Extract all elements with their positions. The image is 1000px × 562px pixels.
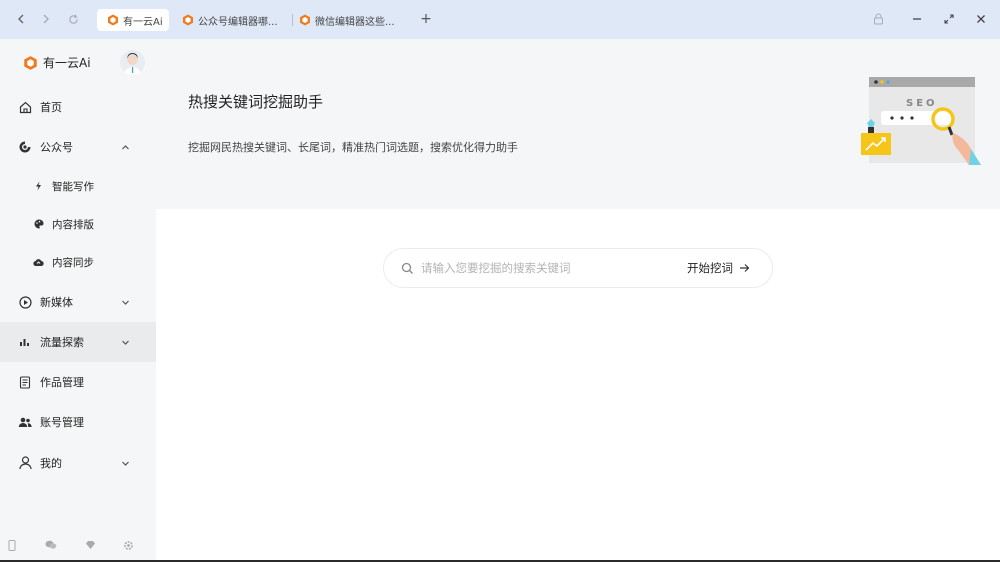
sidebar-item-accounts[interactable]: 账号管理: [0, 402, 156, 442]
lightning-icon: [33, 181, 44, 192]
svg-text:SEO: SEO: [906, 98, 938, 109]
minimize-icon: [913, 18, 921, 20]
settings-icon[interactable]: [122, 539, 134, 551]
cloud-sync-icon: [33, 257, 44, 268]
chevron-down-icon: [119, 336, 131, 348]
search-icon: [401, 262, 413, 274]
sidebar-item-label: 智能写作: [52, 180, 94, 193]
sidebar-item-works[interactable]: 作品管理: [0, 362, 156, 402]
page-description: 挖掘网民热搜关键词、长尾词，精准热门词选题，搜索优化得力助手: [188, 141, 518, 154]
mobile-icon[interactable]: [6, 539, 18, 551]
lock-button[interactable]: [869, 10, 887, 28]
title-bar: 有一云Ai 公众号编辑器哪... 微信编辑器这些... +: [0, 0, 1000, 39]
user-icon: [18, 456, 32, 470]
wechat-official-icon: [18, 140, 32, 154]
minimize-button[interactable]: [908, 10, 926, 28]
page-title: 热搜关键词挖掘助手: [188, 93, 324, 111]
lock-icon: [873, 13, 883, 25]
sidebar-item-label: 公众号: [40, 141, 73, 154]
chevron-up-icon: [119, 141, 131, 153]
brand-logo-icon: [108, 14, 118, 26]
user-avatar-icon: [124, 53, 141, 75]
avatar[interactable]: [120, 50, 145, 75]
sidebar-item-content-sync[interactable]: 内容同步: [0, 242, 156, 282]
sidebar-item-smart-writing[interactable]: 智能写作: [0, 166, 156, 206]
sidebar-item-home[interactable]: 首页: [0, 87, 156, 127]
tab-title: 有一云Ai: [123, 16, 163, 28]
sidebar-item-label: 新媒体: [40, 296, 73, 309]
start-mining-label: 开始挖词: [687, 261, 733, 275]
forward-button[interactable]: [37, 10, 55, 28]
brand-logo-icon: [300, 14, 310, 26]
maximize-button[interactable]: [940, 10, 958, 28]
sidebar-item-label: 我的: [40, 457, 62, 470]
back-button[interactable]: [12, 10, 30, 28]
sidebar-item-label: 内容同步: [52, 256, 94, 269]
brand-logo-icon: [183, 14, 193, 26]
sidebar-item-label: 内容排版: [52, 218, 94, 231]
arrow-right-icon: [740, 264, 750, 272]
sidebar-item-traffic-explore[interactable]: 流量探索: [0, 322, 156, 362]
sidebar-item-official-account[interactable]: 公众号: [0, 127, 156, 167]
sidebar-item-label: 首页: [40, 101, 62, 114]
play-circle-icon: [18, 295, 32, 309]
keyword-input[interactable]: [421, 258, 671, 278]
home-icon: [18, 100, 32, 114]
chevron-right-icon: [43, 14, 49, 24]
tab-0[interactable]: 有一云Ai: [97, 9, 169, 31]
start-mining-button[interactable]: 开始挖词: [687, 260, 750, 276]
brand[interactable]: 有一云Ai: [23, 54, 91, 71]
chevron-left-icon: [18, 14, 24, 24]
users-icon: [18, 415, 32, 429]
wechat-icon[interactable]: [45, 539, 57, 551]
new-tab-button[interactable]: +: [418, 9, 434, 29]
tab-title: 公众号编辑器哪...: [198, 16, 278, 28]
document-icon: [18, 375, 32, 389]
sidebar-item-new-media[interactable]: 新媒体: [0, 282, 156, 322]
brand-name: 有一云Ai: [43, 56, 91, 70]
maximize-icon: [944, 14, 954, 24]
reload-button[interactable]: [64, 10, 82, 28]
diamond-icon[interactable]: [84, 539, 96, 551]
tab-2[interactable]: 微信编辑器这些...: [292, 9, 410, 31]
chevron-down-icon: [119, 296, 131, 308]
tab-title: 微信编辑器这些...: [315, 16, 395, 28]
keyword-search-box: 开始挖词: [383, 248, 773, 288]
sidebar-item-label: 作品管理: [40, 376, 84, 389]
sidebar-item-mine[interactable]: 我的: [0, 443, 156, 483]
sidebar-item-content-layout[interactable]: 内容排版: [0, 204, 156, 244]
close-icon: [977, 15, 985, 23]
bar-chart-icon: [18, 335, 32, 349]
tab-1[interactable]: 公众号编辑器哪...: [172, 9, 290, 31]
chevron-down-icon: [119, 457, 131, 469]
sidebar-item-label: 账号管理: [40, 416, 84, 429]
hero-banner: 热搜关键词挖掘助手 挖掘网民热搜关键词、长尾词，精准热门词选题，搜索优化得力助手…: [156, 39, 1000, 209]
brand-logo-icon: [24, 55, 37, 70]
tab-separator: [292, 14, 293, 26]
reload-icon: [68, 14, 78, 24]
seo-illustration: SEO: [861, 77, 981, 165]
close-button[interactable]: [972, 10, 990, 28]
sidebar-item-label: 流量探索: [40, 336, 84, 349]
palette-icon: [33, 219, 44, 230]
sidebar-footer: [0, 539, 156, 557]
sidebar: 有一云Ai 首页 公众号 智能写作 内容排版 内容同步 新媒体 流量探索 作品管…: [0, 39, 156, 562]
